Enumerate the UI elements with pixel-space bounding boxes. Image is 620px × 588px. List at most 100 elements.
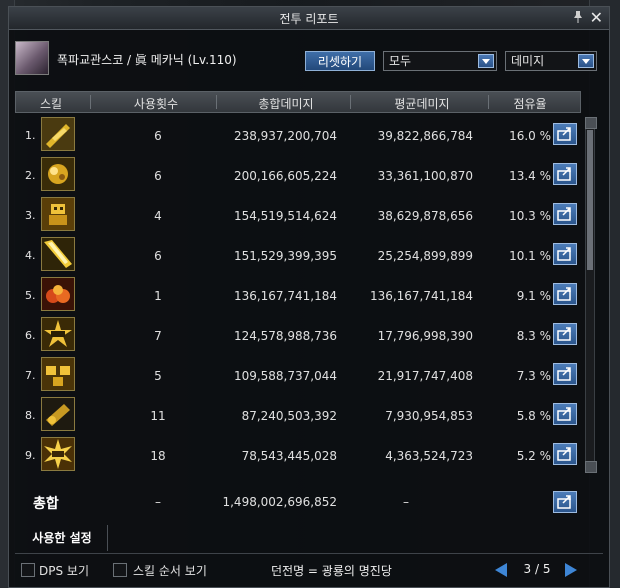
table-row[interactable]: 8. 11 87,240,503,392 7,930,954,853 5.8 % [15,395,581,435]
metric-select[interactable]: 데미지 [505,51,597,71]
reset-button[interactable]: 리셋하기 [305,51,375,71]
table-row[interactable]: 5. 1 136,167,741,184 136,167,741,184 9.1… [15,275,581,315]
scroll-down-button[interactable] [585,461,597,473]
avg-damage-cell: 39,822,866,784 [377,129,473,143]
prev-page-icon[interactable] [495,563,507,577]
uses-cell: 6 [154,169,162,183]
settings-tab[interactable]: 사용한 설정 [17,525,108,551]
row-rank: 1. [25,129,36,142]
row-rank: 5. [25,289,36,302]
skill-order-checkbox[interactable] [113,563,127,577]
header-share[interactable]: 점유율 [502,95,558,112]
avg-damage-cell: 21,917,747,408 [377,369,473,383]
chevron-down-icon [578,54,594,68]
total-damage-cell: 238,937,200,704 [233,129,337,143]
scroll-thumb[interactable] [587,130,593,270]
uses-cell: 6 [154,249,162,263]
uses-cell: 18 [150,449,166,463]
avg-damage-cell: 33,361,100,870 [377,169,473,183]
share-cell: 9.1 % [516,289,551,303]
share-button[interactable] [553,403,577,425]
cannon-icon [41,397,75,431]
avg-damage-cell: 4,363,524,723 [385,449,473,463]
table-row[interactable]: 4. 6 151,529,399,395 25,254,899,899 10.1… [15,235,581,275]
star-burst-icon [41,437,75,471]
header-skill[interactable]: 스킬 [26,95,76,112]
avatar [15,41,49,75]
table-row[interactable]: 2. 6 200,166,605,224 33,361,100,870 13.4… [15,155,581,195]
uses-cell: 4 [154,209,162,223]
total-damage-cell: 78,543,445,028 [241,449,337,463]
row-rank: 7. [25,369,36,382]
dps-label: DPS 보기 [39,564,89,578]
total-damage-cell: 154,519,514,624 [233,209,337,223]
uses-cell: 1 [154,289,162,303]
share-button[interactable] [553,243,577,265]
table-header: 스킬 사용횟수 총합데미지 평균데미지 점유율 [15,91,581,113]
header-divider [216,95,217,109]
page-indicator: 3 / 5 [523,562,551,576]
row-rank: 4. [25,249,36,262]
share-cell: 7.3 % [516,369,551,383]
title-bar[interactable]: 전투 리포트 ✕ [9,7,609,30]
share-cell: 8.3 % [516,329,551,343]
share-cell: 5.8 % [516,409,551,423]
header-divider [488,95,489,109]
character-header: 폭파교관스코 / 眞 메카닉 (Lv.110) 리셋하기 모두 데미지 [15,41,603,81]
share-icon [557,287,571,301]
header-uses[interactable]: 사용횟수 [116,95,196,112]
row-rank: 8. [25,409,36,422]
share-icon [557,447,571,461]
avg-damage-cell: 136,167,741,184 [369,289,473,303]
dungeon-name: 던전명 = 광룡의 명진당 [271,564,392,578]
metric-select-value: 데미지 [511,54,545,68]
share-button[interactable] [553,283,577,305]
share-button[interactable] [553,323,577,345]
total-row: 총합 – 1,498,002,696,852 – [15,485,581,521]
filter-select[interactable]: 모두 [383,51,497,71]
next-page-icon[interactable] [565,563,577,577]
scroll-up-button[interactable] [585,117,597,129]
share-button[interactable] [553,443,577,465]
skill-table: 1. 6 238,937,200,704 39,822,866,784 16.0… [15,115,581,475]
share-icon [557,127,571,141]
uses-cell: 7 [154,329,162,343]
total-damage-cell: 136,167,741,184 [233,289,337,303]
share-button[interactable] [553,123,577,145]
share-icon [557,495,571,509]
divider [15,553,603,554]
close-button[interactable]: ✕ [590,8,603,27]
header-divider [90,95,91,109]
dps-checkbox[interactable] [21,563,35,577]
uses-cell: 5 [154,369,162,383]
total-damage: 1,498,002,696,852 [222,495,337,509]
share-icon [557,407,571,421]
share-button[interactable] [553,491,577,513]
avg-damage-cell: 38,629,878,656 [377,209,473,223]
share-icon [557,327,571,341]
combat-report-window: 전투 리포트 ✕ 폭파교관스코 / 眞 메카닉 (Lv.110) 리셋하기 모두… [8,6,610,588]
table-row[interactable]: 9. 18 78,543,445,028 4,363,524,723 5.2 % [15,435,581,475]
skill-order-label: 스킬 순서 보기 [133,564,207,578]
table-row[interactable]: 3. 4 154,519,514,624 38,629,878,656 10.3… [15,195,581,235]
row-rank: 2. [25,169,36,182]
header-avg-damage[interactable]: 평균데미지 [372,95,472,112]
share-button[interactable] [553,363,577,385]
total-damage-cell: 200,166,605,224 [233,169,337,183]
total-label: 총합 [33,496,59,512]
gold-swarm-icon [41,157,75,191]
share-cell: 5.2 % [516,449,551,463]
share-button[interactable] [553,203,577,225]
uses-cell: 11 [150,409,166,423]
table-row[interactable]: 1. 6 238,937,200,704 39,822,866,784 16.0… [15,115,581,155]
header-total-damage[interactable]: 총합데미지 [236,95,336,112]
pin-icon[interactable] [573,11,583,23]
uses-cell: 6 [154,129,162,143]
share-button[interactable] [553,163,577,185]
share-icon [557,167,571,181]
table-row[interactable]: 6. 7 124,578,988,736 17,796,998,390 8.3 … [15,315,581,355]
table-scrollbar[interactable] [585,117,597,473]
laser-beam-icon [41,237,75,271]
avg-damage-cell: 25,254,899,899 [377,249,473,263]
table-row[interactable]: 7. 5 109,588,737,044 21,917,747,408 7.3 … [15,355,581,395]
